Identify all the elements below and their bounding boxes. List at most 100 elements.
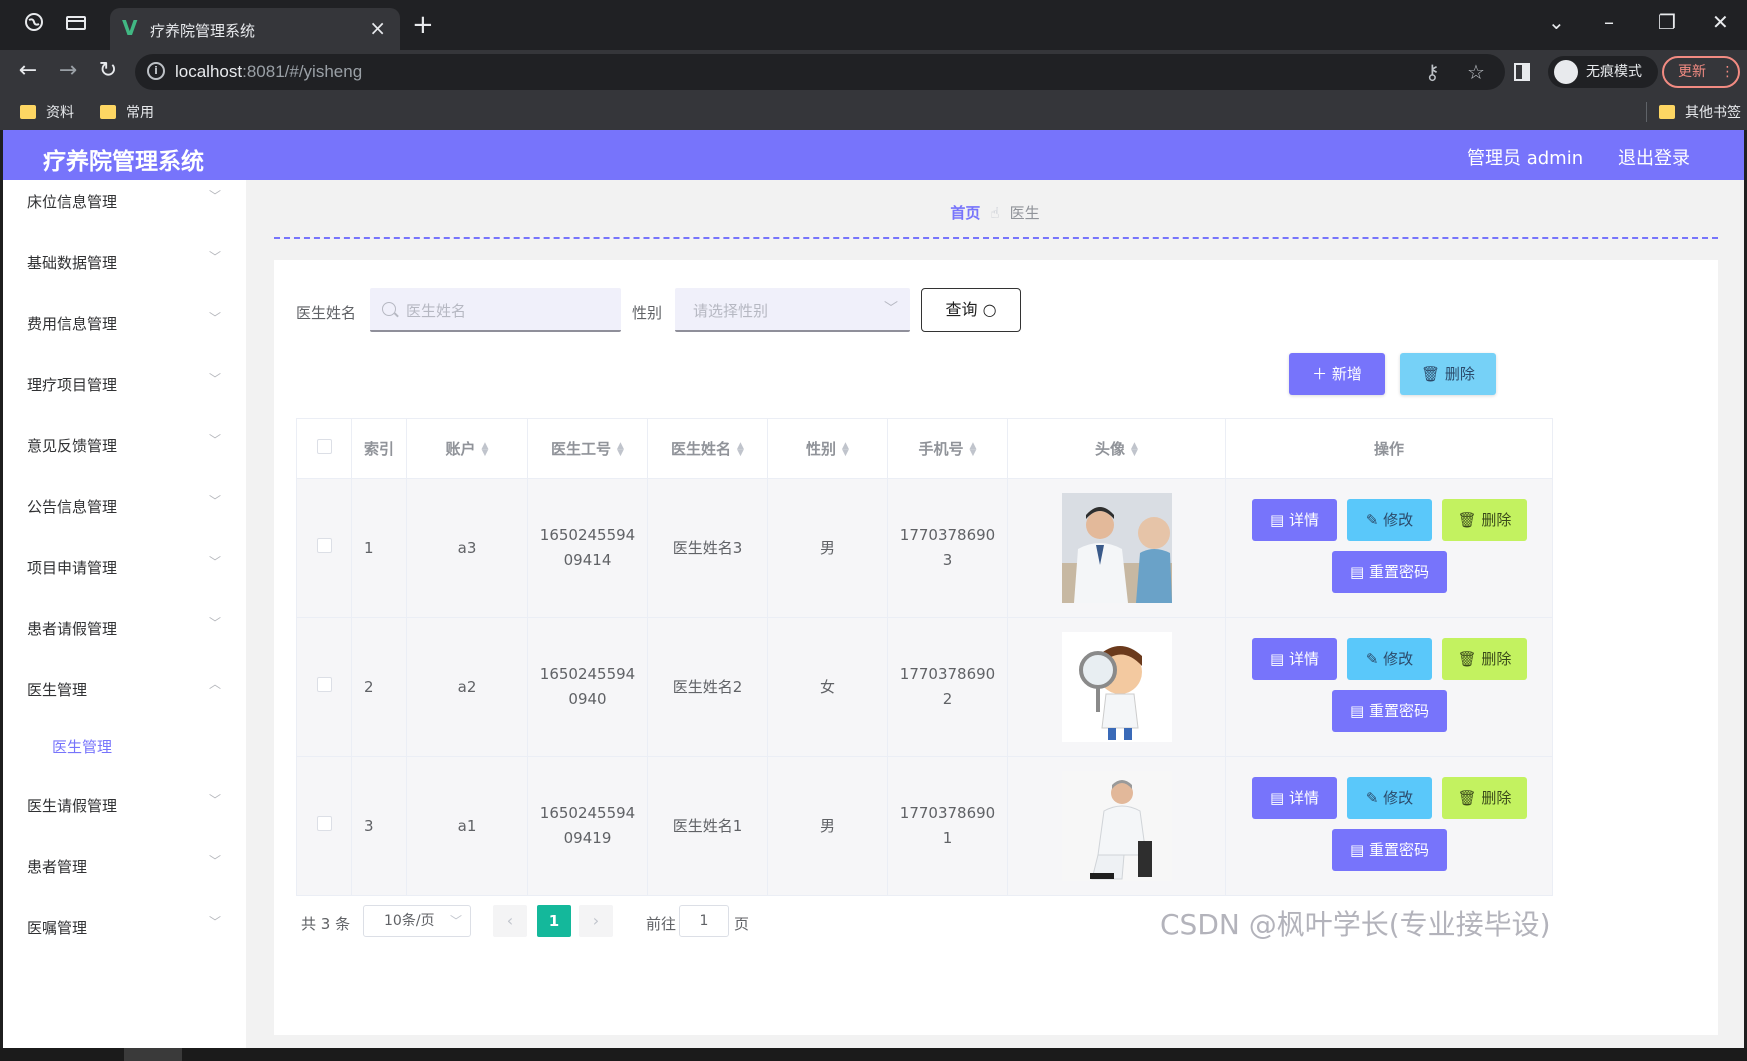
detail-button[interactable]: ▤ 详情 [1252, 638, 1337, 680]
logout-link[interactable]: 退出登录 [1618, 144, 1690, 170]
app-title: 疗养院管理系统 [43, 149, 204, 175]
sidebar-item-notice[interactable]: 公告信息管理 ﹀ [3, 478, 246, 539]
sidebar-item-basic-data[interactable]: 基础数据管理 ﹀ [3, 234, 246, 295]
sidebar-item-doctor[interactable]: 医生管理 ︿ [3, 661, 246, 722]
table-row: 3 a1 1650245594 09419 医生姓名1 男 1770378690 1 [296, 756, 1553, 896]
page-number-current[interactable]: 1 [537, 905, 571, 937]
row-checkbox[interactable] [316, 537, 332, 553]
hand-icon: ☝ [990, 204, 1000, 222]
sidebar-item-doctor-leave[interactable]: 医生请假管理 ﹀ [3, 777, 246, 838]
sort-icon[interactable]: ▲ ▼ [617, 441, 624, 457]
restore-icon[interactable]: ❐ [1658, 10, 1676, 34]
bookmark-folder-2[interactable]: 常用 [100, 102, 154, 122]
cell-index: 1 [351, 478, 407, 618]
row-checkbox[interactable] [316, 676, 332, 692]
taskbar-item[interactable] [124, 1048, 182, 1061]
sidebar-item-project-apply[interactable]: 项目申请管理 ﹀ [3, 539, 246, 600]
side-panel-icon[interactable] [1514, 62, 1530, 86]
sidebar-item-fees[interactable]: 费用信息管理 ﹀ [3, 295, 246, 356]
page-size-select[interactable]: 10条/页 ﹀ [363, 905, 471, 937]
cell-doctor-id: 1650245594 09419 [527, 756, 648, 896]
sort-icon[interactable]: ▲ ▼ [737, 441, 744, 457]
browser-tab[interactable]: V 疗养院管理系统 × [110, 8, 400, 50]
close-icon[interactable]: × [369, 16, 386, 40]
sidebar-subitem-doctor[interactable]: 医生管理 [3, 718, 246, 779]
delete-button[interactable]: 🗑 删除 [1442, 638, 1527, 680]
doctor-avatar-image[interactable] [1061, 632, 1172, 742]
new-tab-icon[interactable]: + [412, 10, 434, 40]
reload-icon[interactable]: ↻ [94, 58, 122, 83]
col-phone[interactable]: 手机号 ▲ ▼ [887, 418, 1008, 479]
reset-password-button[interactable]: ▤ 重置密码 [1332, 551, 1447, 593]
sidebar-item-orders[interactable]: 医嘱管理 ﹀ [3, 899, 246, 960]
delete-button[interactable]: 🗑 删除 [1442, 777, 1527, 819]
col-avatar[interactable]: 头像 ▲ ▼ [1007, 418, 1226, 479]
sort-icon[interactable]: ▲ ▼ [1131, 441, 1138, 457]
doctor-avatar-image[interactable] [1061, 493, 1172, 603]
cell-gender: 男 [767, 756, 888, 896]
select-all-checkbox[interactable] [316, 439, 332, 454]
doctor-avatar-image[interactable] [1061, 771, 1172, 881]
batch-delete-button[interactable]: 🗑 删除 [1400, 353, 1496, 395]
vue-logo-icon: V [122, 16, 138, 40]
bookmark-folder-1[interactable]: 资料 [20, 102, 74, 122]
incognito-badge[interactable]: 无痕模式 [1548, 56, 1658, 88]
other-bookmarks[interactable]: 其他书签 [1646, 102, 1741, 122]
gender-select[interactable]: 请选择性别 ﹀ [675, 288, 910, 332]
col-doctor-name[interactable]: 医生姓名 ▲ ▼ [647, 418, 768, 479]
reset-password-button[interactable]: ▤ 重置密码 [1332, 829, 1447, 871]
update-button[interactable]: 更新 ⋮ [1662, 56, 1740, 88]
edit-button[interactable]: ✎ 修改 [1347, 499, 1432, 541]
info-icon[interactable]: i [147, 62, 165, 80]
cell-avatar [1007, 617, 1226, 757]
window-close-icon[interactable]: ✕ [1712, 10, 1729, 34]
doctor-name-input[interactable]: 医生姓名 [370, 288, 621, 332]
globe-icon[interactable] [20, 12, 48, 40]
edit-button[interactable]: ✎ 修改 [1347, 638, 1432, 680]
address-bar[interactable]: i localhost:8081/#/yisheng ⚷ ☆ [135, 54, 1505, 90]
edit-button[interactable]: ✎ 修改 [1347, 777, 1432, 819]
minimize-icon[interactable]: – [1604, 10, 1614, 34]
reset-password-button[interactable]: ▤ 重置密码 [1332, 690, 1447, 732]
prev-page-button[interactable]: ‹ [493, 905, 527, 937]
cell-avatar [1007, 478, 1226, 618]
folder-icon [20, 105, 36, 119]
sort-icon[interactable]: ▲ ▼ [842, 441, 849, 457]
gender-label: 性别 [632, 304, 663, 322]
col-gender[interactable]: 性别 ▲ ▼ [767, 418, 888, 479]
sidebar-item-patient[interactable]: 患者管理 ﹀ [3, 838, 246, 899]
tab-grid-icon[interactable] [62, 12, 90, 40]
chevron-down-icon: ﹀ [209, 915, 222, 929]
col-account[interactable]: 账户 ▲ ▼ [406, 418, 528, 479]
detail-button[interactable]: ▤ 详情 [1252, 777, 1337, 819]
chevron-down-icon: ﹀ [884, 301, 898, 317]
cell-phone: 1770378690 1 [887, 756, 1008, 896]
goto-page-input[interactable]: 1 [679, 905, 729, 937]
url-text[interactable]: localhost:8081/#/yisheng [175, 62, 362, 82]
sidebar-item-bed[interactable]: 床位信息管理 ﹀ [3, 173, 246, 234]
cell-actions: ▤ 详情 ✎ 修改 🗑 删除 ▤ 重置密码 [1225, 478, 1553, 618]
sort-icon[interactable]: ▲ ▼ [970, 441, 977, 457]
detail-button[interactable]: ▤ 详情 [1252, 499, 1337, 541]
sidebar-item-feedback[interactable]: 意见反馈管理 ﹀ [3, 417, 246, 478]
next-page-button[interactable]: › [579, 905, 613, 937]
breadcrumb-home[interactable]: 首页 [950, 204, 980, 222]
sort-icon[interactable]: ▲ ▼ [482, 441, 489, 457]
sidebar-item-patient-leave[interactable]: 患者请假管理 ﹀ [3, 600, 246, 661]
star-icon[interactable]: ☆ [1467, 60, 1485, 84]
delete-button[interactable]: 🗑 删除 [1442, 499, 1527, 541]
key-icon[interactable]: ⚷ [1425, 60, 1440, 84]
document-icon: ▤ [1350, 702, 1365, 720]
col-doctor-id[interactable]: 医生工号 ▲ ▼ [527, 418, 648, 479]
table-row: 1 a3 1650245594 09414 医生姓名3 男 1770378690 3 [296, 478, 1553, 618]
trash-icon: 🗑 [1457, 511, 1477, 529]
tab-search-icon[interactable]: ⌄ [1548, 10, 1565, 34]
query-button[interactable]: 查询 ○ [921, 288, 1021, 332]
sidebar-item-therapy[interactable]: 理疗项目管理 ﹀ [3, 356, 246, 417]
row-checkbox[interactable] [316, 815, 332, 831]
back-icon[interactable]: ← [14, 58, 42, 83]
add-button[interactable]: ＋ 新增 [1289, 353, 1385, 395]
pencil-icon: ✎ [1365, 650, 1379, 668]
chevron-down-icon: ﹀ [209, 372, 222, 386]
forward-icon[interactable]: → [54, 58, 82, 83]
